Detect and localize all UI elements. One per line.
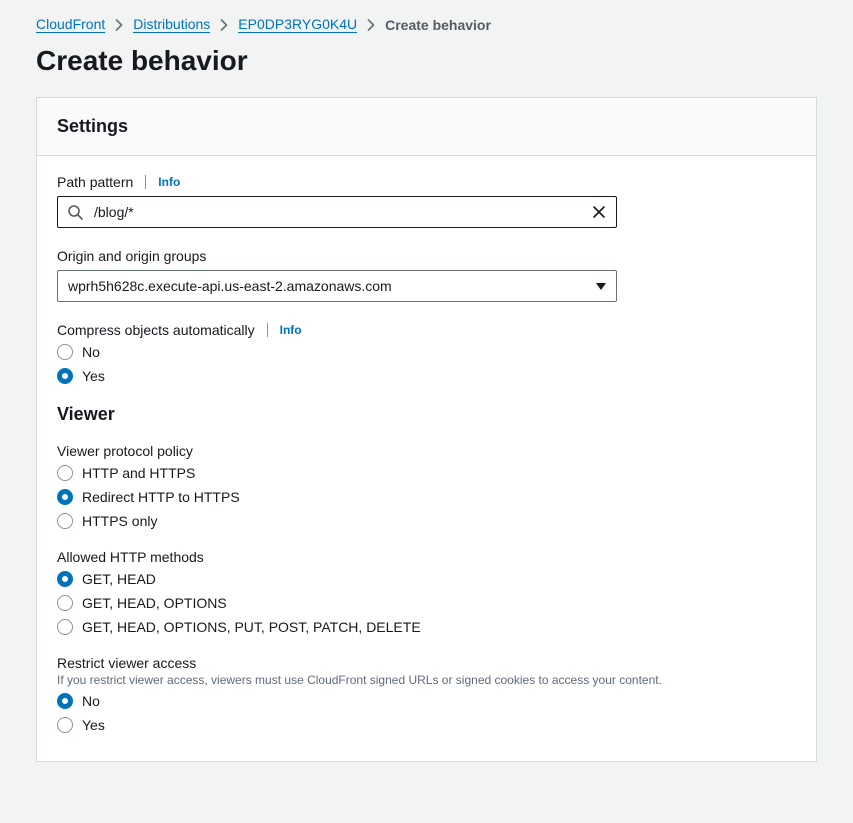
compress-field: Compress objects automatically Info No Y… [57, 322, 796, 384]
compress-radio-group: No Yes [57, 344, 796, 384]
caret-down-icon [596, 278, 606, 294]
radio-icon [57, 693, 73, 709]
breadcrumb-current: Create behavior [385, 17, 491, 33]
methods-option-get-head-options[interactable]: GET, HEAD, OPTIONS [57, 595, 796, 611]
compress-label: Compress objects automatically [57, 322, 255, 338]
path-pattern-input[interactable] [57, 196, 617, 228]
page-title: Create behavior [36, 45, 835, 77]
compress-option-yes[interactable]: Yes [57, 368, 796, 384]
compress-option-no[interactable]: No [57, 344, 796, 360]
chevron-right-icon [220, 19, 228, 31]
protocol-option-redirect[interactable]: Redirect HTTP to HTTPS [57, 489, 796, 505]
radio-icon [57, 717, 73, 733]
restrict-access-label: Restrict viewer access [57, 655, 196, 671]
chevron-right-icon [367, 19, 375, 31]
allowed-methods-radio-group: GET, HEAD GET, HEAD, OPTIONS GET, HEAD, … [57, 571, 796, 635]
settings-heading: Settings [57, 116, 796, 137]
settings-panel-header: Settings [37, 98, 816, 156]
path-pattern-label: Path pattern [57, 174, 133, 190]
allowed-methods-label: Allowed HTTP methods [57, 549, 204, 565]
origin-select-value: wprh5h628c.execute-api.us-east-2.amazona… [68, 278, 392, 294]
methods-option-all[interactable]: GET, HEAD, OPTIONS, PUT, POST, PATCH, DE… [57, 619, 796, 635]
clear-icon[interactable] [591, 204, 607, 220]
restrict-access-field: Restrict viewer access If you restrict v… [57, 655, 796, 733]
viewer-heading: Viewer [57, 404, 796, 425]
radio-icon [57, 465, 73, 481]
origin-field: Origin and origin groups wprh5h628c.exec… [57, 248, 796, 302]
breadcrumb-distributions[interactable]: Distributions [133, 16, 210, 33]
compress-info-link[interactable]: Info [280, 323, 302, 337]
restrict-option-yes[interactable]: Yes [57, 717, 796, 733]
divider [267, 323, 268, 337]
radio-icon [57, 595, 73, 611]
divider [145, 175, 146, 189]
settings-panel: Settings Path pattern Info Origi [36, 97, 817, 762]
radio-icon [57, 368, 73, 384]
protocol-option-https-only[interactable]: HTTPS only [57, 513, 796, 529]
restrict-access-help: If you restrict viewer access, viewers m… [57, 673, 796, 687]
viewer-protocol-radio-group: HTTP and HTTPS Redirect HTTP to HTTPS HT… [57, 465, 796, 529]
methods-option-get-head[interactable]: GET, HEAD [57, 571, 796, 587]
search-icon [67, 204, 83, 220]
breadcrumb: CloudFront Distributions EP0DP3RYG0K4U C… [36, 16, 835, 33]
breadcrumb-distribution-id[interactable]: EP0DP3RYG0K4U [238, 16, 357, 33]
radio-icon [57, 571, 73, 587]
radio-icon [57, 619, 73, 635]
restrict-access-radio-group: No Yes [57, 693, 796, 733]
allowed-methods-field: Allowed HTTP methods GET, HEAD GET, HEAD… [57, 549, 796, 635]
origin-select[interactable]: wprh5h628c.execute-api.us-east-2.amazona… [57, 270, 617, 302]
viewer-protocol-field: Viewer protocol policy HTTP and HTTPS Re… [57, 443, 796, 529]
restrict-option-no[interactable]: No [57, 693, 796, 709]
protocol-option-http-https[interactable]: HTTP and HTTPS [57, 465, 796, 481]
radio-icon [57, 489, 73, 505]
origin-label: Origin and origin groups [57, 248, 206, 264]
chevron-right-icon [115, 19, 123, 31]
path-pattern-field: Path pattern Info [57, 174, 796, 228]
radio-icon [57, 513, 73, 529]
breadcrumb-cloudfront[interactable]: CloudFront [36, 16, 105, 33]
radio-icon [57, 344, 73, 360]
path-pattern-info-link[interactable]: Info [158, 175, 180, 189]
viewer-protocol-label: Viewer protocol policy [57, 443, 193, 459]
settings-panel-body: Path pattern Info Origin and origin grou… [37, 156, 816, 761]
